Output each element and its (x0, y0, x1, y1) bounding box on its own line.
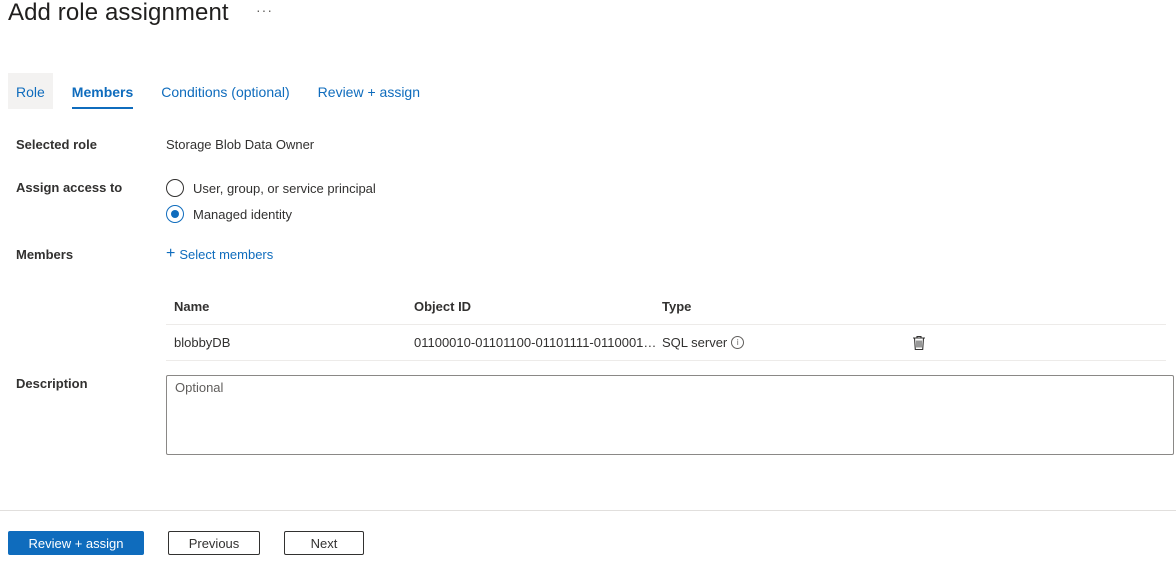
assign-access-label: Assign access to (16, 180, 123, 195)
column-header-object-id: Object ID (414, 298, 472, 314)
member-name: blobbyDB (174, 335, 231, 350)
member-type: SQL server (662, 335, 728, 350)
tab-conditions[interactable]: Conditions (optional) (153, 73, 297, 109)
column-header-type: Type (662, 298, 692, 314)
radio-checked-icon[interactable] (166, 205, 184, 223)
radio-user-group-sp[interactable]: User, group, or service principal (166, 178, 376, 198)
select-members-link[interactable]: + Select members (166, 246, 273, 262)
select-members-text: Select members (179, 246, 274, 262)
selected-role-value: Storage Blob Data Owner (166, 137, 315, 152)
member-type-cell: SQL server i (662, 335, 912, 350)
radio-label-managed-identity: Managed identity (193, 206, 293, 222)
description-field[interactable] (166, 375, 1174, 455)
page-title: Add role assignment (8, 0, 229, 26)
tab-role[interactable]: Role (8, 73, 53, 109)
radio-icon[interactable] (166, 179, 184, 197)
trash-icon[interactable] (912, 335, 926, 351)
tab-review-assign[interactable]: Review + assign (310, 73, 428, 109)
footer-divider (0, 510, 1176, 511)
members-table: Name Object ID Type blobbyDB 01100010-01… (166, 288, 1166, 361)
description-label: Description (16, 376, 88, 391)
table-row: blobbyDB 01100010-01101100-01101111-0110… (166, 325, 1166, 361)
review-assign-button[interactable]: Review + assign (8, 531, 144, 555)
add-role-assignment-page: Add role assignment ··· Role Members Con… (0, 0, 1176, 568)
ellipsis-icon[interactable]: ··· (256, 2, 273, 18)
radio-label-user-group-sp: User, group, or service principal (193, 180, 376, 196)
info-icon[interactable]: i (731, 336, 745, 349)
column-header-name: Name (174, 298, 210, 314)
plus-icon: + (166, 245, 176, 262)
table-header: Name Object ID Type (166, 288, 1166, 325)
members-label: Members (16, 247, 74, 262)
selected-role-label: Selected role (16, 137, 97, 152)
tab-bar: Role Members Conditions (optional) Revie… (8, 73, 440, 109)
previous-button[interactable]: Previous (168, 531, 260, 555)
radio-managed-identity[interactable]: Managed identity (166, 204, 292, 224)
member-object-id: 01100010-01101100-01101111-01100010-0110… (414, 335, 662, 350)
next-button[interactable]: Next (284, 531, 364, 555)
tab-members[interactable]: Members (64, 73, 141, 109)
